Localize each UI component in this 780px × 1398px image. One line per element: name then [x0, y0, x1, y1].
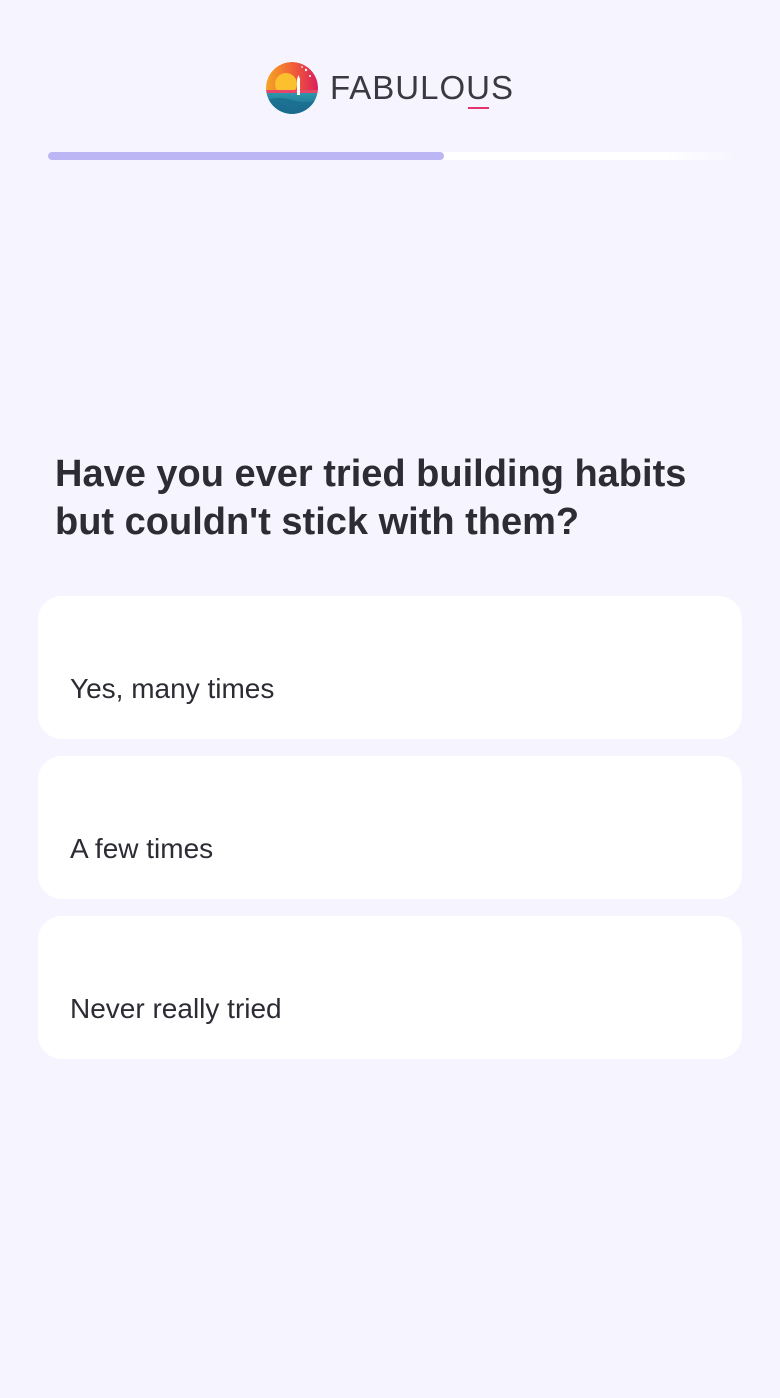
option-label: Yes, many times: [70, 673, 275, 704]
progress-bar: [48, 152, 736, 160]
brand-name-part1: FABULO: [329, 69, 467, 106]
question-title: Have you ever tried building habits but …: [55, 453, 687, 543]
app-header: FABULOUS: [0, 60, 780, 116]
progress-bar-fill: [48, 152, 444, 160]
brand-name-underlined-letter: U: [466, 69, 492, 109]
option-label: A few times: [70, 833, 214, 864]
brand-name: FABULOUS: [329, 69, 515, 109]
brand-name-part2: S: [491, 69, 515, 106]
option-label: Never really tried: [70, 993, 282, 1024]
fabulous-logo-icon: [265, 62, 318, 114]
onboarding-screen: FABULOUS Have you ever tried building ha…: [0, 0, 780, 1398]
option-yes-many-times[interactable]: Yes, many times: [38, 596, 742, 739]
answer-options: Yes, many times A few times Never really…: [38, 596, 742, 1076]
option-a-few-times[interactable]: A few times: [38, 756, 742, 899]
option-never-really-tried[interactable]: Never really tried: [38, 916, 742, 1059]
